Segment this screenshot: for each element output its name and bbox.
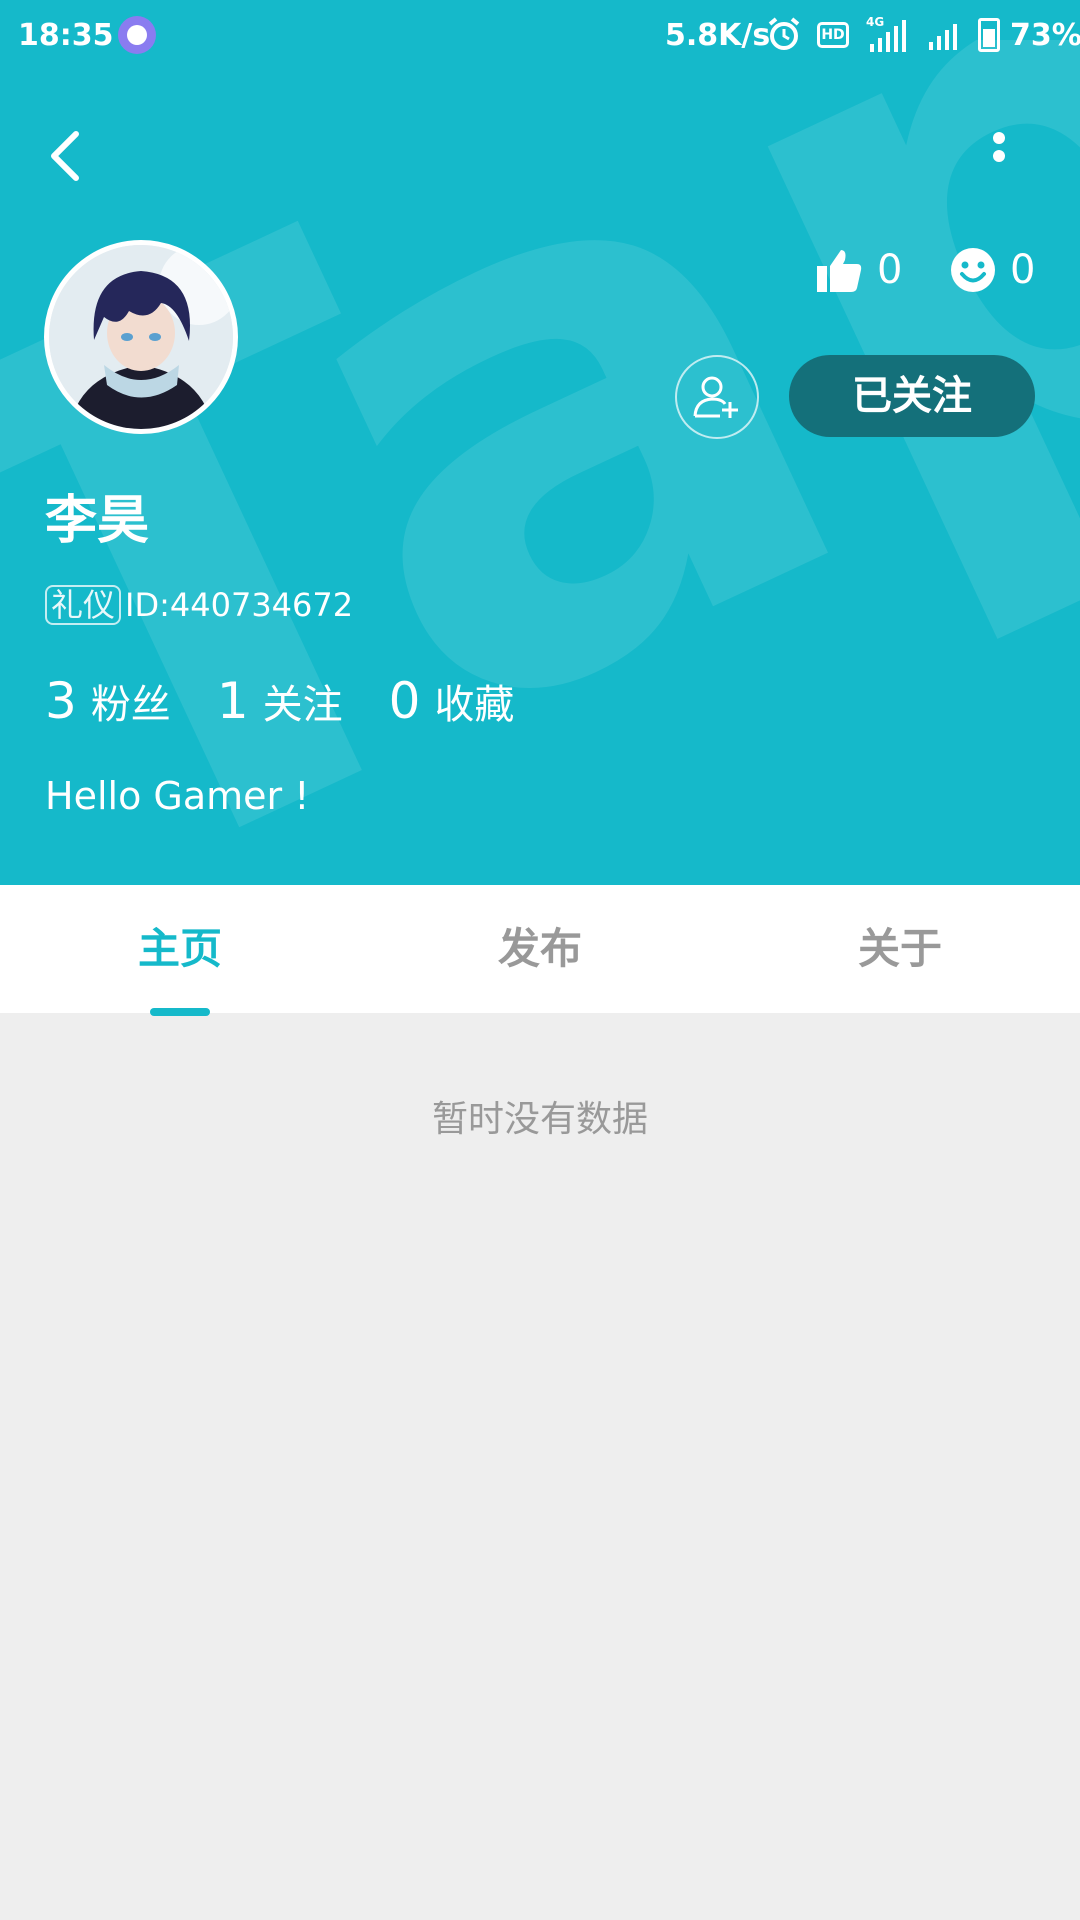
likes-count: 0 [877, 247, 903, 293]
svg-text:4G: 4G [866, 15, 884, 29]
bio: Hello Gamer ! [45, 774, 310, 818]
clock-app-icon [118, 16, 156, 54]
thumbs-up-icon [817, 250, 862, 292]
followers-label[interactable]: 粉丝 [91, 672, 171, 730]
tab-indicator [150, 1008, 210, 1016]
hd-icon: HD [817, 22, 849, 48]
battery-percent: 73% [1010, 18, 1080, 53]
empty-message: 暂时没有数据 [431, 1099, 648, 1140]
smiley-icon [951, 248, 995, 292]
user-id: ID:440734672 [125, 586, 354, 624]
favorites-label[interactable]: 收藏 [434, 672, 514, 730]
watermark: TapTap [0, 40, 1080, 885]
back-arrow-icon[interactable] [42, 124, 92, 188]
favorites-count[interactable]: 0 [389, 672, 421, 730]
svg-text:TapTap: TapTap [0, 40, 1080, 885]
likes-stat[interactable]: 0 [815, 244, 902, 296]
status-bar: 18:35 5.8K/s HD 4G 73% [0, 0, 1080, 72]
profile-header: TapTap 18:35 5.8K/s HD 4G 73% [0, 0, 1080, 885]
follow-button[interactable]: 已关注 [789, 355, 1035, 437]
followers-count[interactable]: 3 [45, 672, 77, 730]
tab-posts[interactable]: 发布 [360, 885, 720, 1013]
tab-about[interactable]: 关于 [720, 885, 1080, 1013]
tab-bar: 主页 发布 关于 [0, 885, 1080, 1013]
id-row: 礼仪 ID:440734672 [45, 584, 353, 626]
badge[interactable]: 礼仪 [45, 585, 122, 625]
more-vertical-icon[interactable] [984, 124, 1014, 188]
add-friend-button[interactable] [675, 355, 759, 439]
following-count[interactable]: 1 [217, 672, 249, 730]
battery-icon [978, 18, 1000, 52]
status-net-speed: 5.8K/s [665, 18, 771, 53]
status-time: 18:35 [18, 18, 114, 53]
tab-home[interactable]: 主页 [0, 885, 360, 1013]
avatar[interactable] [44, 240, 238, 434]
avatar-image [49, 245, 233, 429]
signal-icon [929, 24, 957, 50]
alarm-icon [768, 17, 800, 50]
signal-icon: 4G [866, 15, 906, 52]
following-label[interactable]: 关注 [263, 672, 343, 730]
counts-row: 3 粉丝 1 关注 0 收藏 [45, 672, 560, 730]
add-friend-icon [693, 376, 738, 418]
username: 李昊 [45, 491, 150, 551]
smiles-count: 0 [1010, 247, 1036, 293]
smiles-stat[interactable]: 0 [950, 244, 1035, 296]
